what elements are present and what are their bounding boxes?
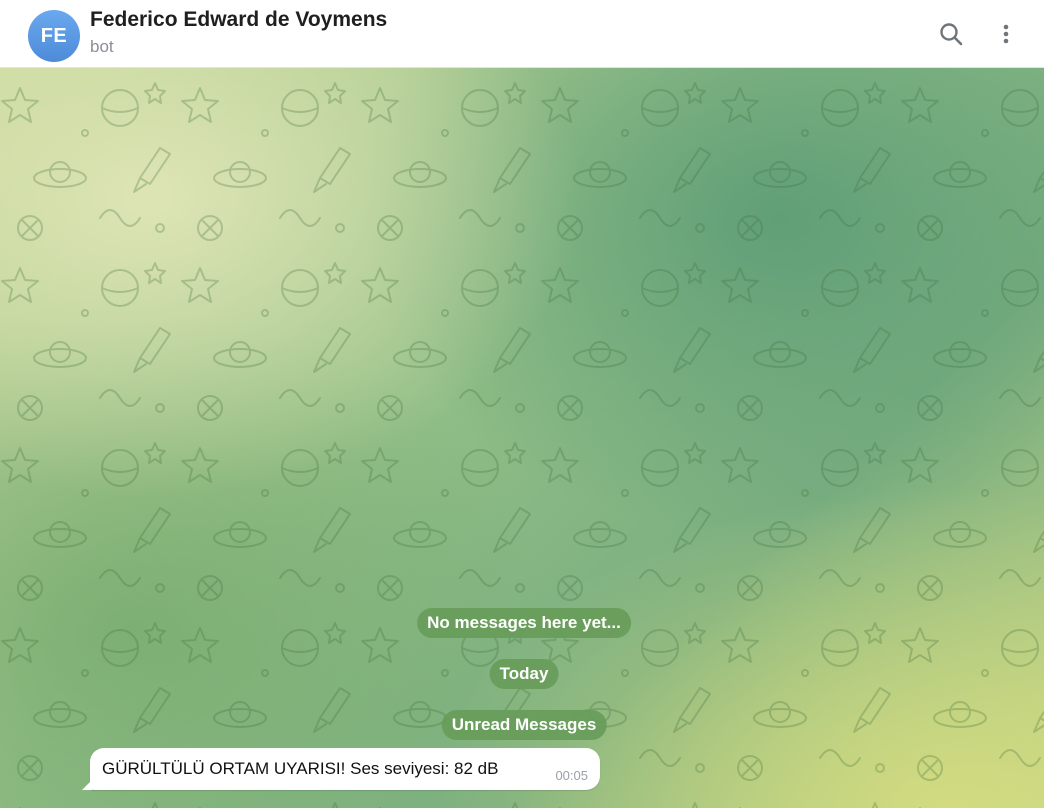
doodle-pattern <box>0 68 1044 808</box>
search-icon <box>940 23 963 46</box>
telegram-chat-window: FE Federico Edward de Voymens bot No mes… <box>0 0 1044 808</box>
bubble-tail <box>82 780 92 790</box>
message-text: GÜRÜLTÜLÜ ORTAM UYARISI! Ses seviyesi: 8… <box>102 759 499 778</box>
chat-subtitle: bot <box>90 37 114 56</box>
date-separator: Today <box>489 659 559 689</box>
avatar[interactable]: FE <box>28 10 80 62</box>
search-button[interactable] <box>931 14 971 54</box>
more-options-button[interactable] <box>986 14 1026 54</box>
chat-title[interactable]: Federico Edward de Voymens <box>90 8 387 32</box>
chat-header: FE Federico Edward de Voymens bot <box>0 0 1044 68</box>
service-message-empty: No messages here yet... <box>417 608 631 638</box>
chat-background: No messages here yet... Today Unread Mes… <box>0 68 1044 808</box>
message-time: 00:05 <box>555 768 588 783</box>
unread-separator: Unread Messages <box>441 710 607 740</box>
more-vertical-icon <box>1003 24 1009 44</box>
message-bubble[interactable]: GÜRÜLTÜLÜ ORTAM UYARISI! Ses seviyesi: 8… <box>82 748 600 790</box>
